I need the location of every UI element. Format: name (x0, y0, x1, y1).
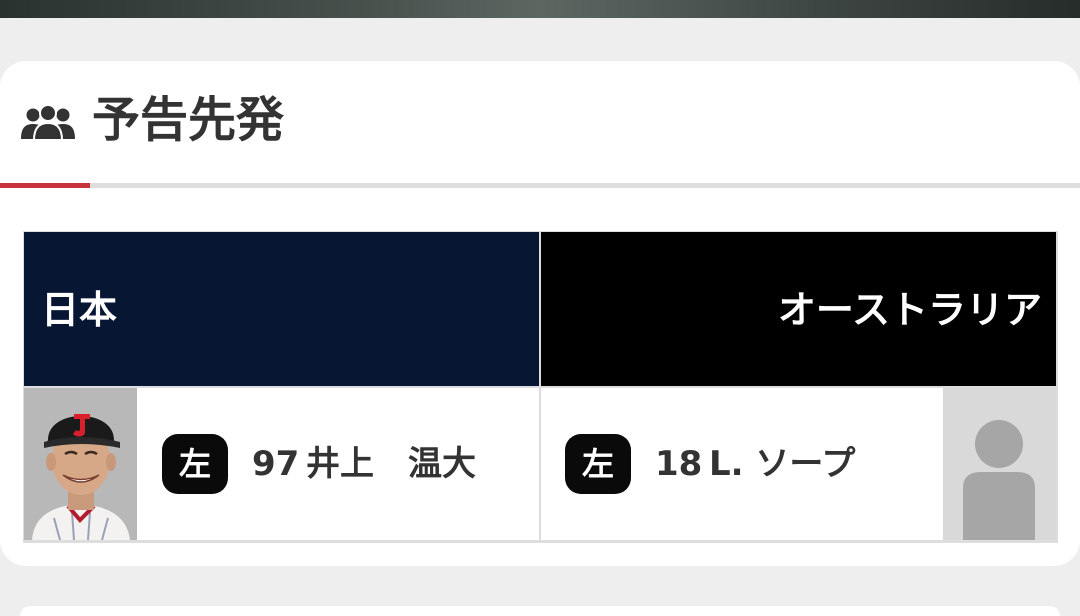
throwing-hand-badge: 左 (162, 434, 228, 494)
next-card-edge (20, 606, 1060, 616)
player-photo[interactable] (24, 388, 137, 540)
team-header-away[interactable]: オーストラリア (541, 232, 1056, 386)
team-name-home: 日本 (41, 288, 118, 332)
pitcher-number: 18 (655, 444, 703, 484)
team-name-away: オーストラリア (777, 288, 1042, 332)
section-title: 予告先発 (92, 92, 285, 148)
starting-pitchers-table: 日本 左 97 井上 温大 オーストラリア 左 18 L. ソープ (23, 231, 1058, 543)
pitcher-name[interactable]: L. ソープ (709, 440, 855, 488)
throwing-hand-badge: 左 (565, 434, 631, 494)
team-column-home: 日本 左 97 井上 温大 (24, 231, 539, 541)
pitcher-row-home[interactable]: 左 97 井上 温大 (24, 388, 539, 540)
probable-pitchers-card: 予告先発 日本 左 97 井上 温大 オーストラリア 左 18 L. ソープ (0, 61, 1080, 566)
people-icon (21, 104, 75, 141)
top-image-strip (0, 0, 1080, 18)
team-column-away: オーストラリア 左 18 L. ソープ (541, 231, 1056, 541)
header-divider-accent (0, 183, 90, 188)
header-divider (0, 183, 1080, 188)
team-header-home[interactable]: 日本 (24, 232, 539, 386)
section-header: 予告先発 (0, 61, 1080, 183)
pitcher-name[interactable]: 井上 温大 (306, 440, 476, 488)
pitcher-number: 97 (252, 444, 300, 484)
pitcher-row-away[interactable]: 左 18 L. ソープ (541, 388, 1056, 540)
avatar-placeholder-icon[interactable] (943, 388, 1056, 540)
